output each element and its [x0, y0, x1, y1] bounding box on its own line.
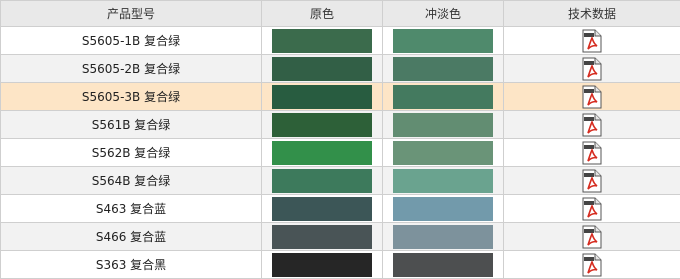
- table-row: S363 复合黑: [1, 251, 680, 279]
- datasheet-cell: [504, 55, 680, 83]
- datasheet-cell: [504, 251, 680, 279]
- column-header-model: 产品型号: [1, 1, 262, 27]
- pdf-file-icon[interactable]: [581, 141, 603, 165]
- column-header-tint-color: 冲淡色: [383, 1, 504, 27]
- original-color-swatch: [272, 253, 372, 277]
- original-color-cell: [262, 27, 383, 55]
- product-model-cell: S463 复合蓝: [1, 195, 262, 223]
- table-row: S5605-3B 复合绿: [1, 83, 680, 111]
- pigment-table: 产品型号 原色 冲淡色 技术数据 S5605-1B 复合绿S5605-2B 复合…: [0, 0, 680, 279]
- tint-color-cell: [383, 195, 504, 223]
- tint-color-cell: [383, 139, 504, 167]
- original-color-swatch: [272, 169, 372, 193]
- table-row: S5605-1B 复合绿: [1, 27, 680, 55]
- table-row: S463 复合蓝: [1, 195, 680, 223]
- datasheet-cell: [504, 167, 680, 195]
- tint-color-cell: [383, 111, 504, 139]
- tint-color-cell: [383, 251, 504, 279]
- pdf-file-icon[interactable]: [581, 113, 603, 137]
- pdf-file-icon[interactable]: [581, 197, 603, 221]
- original-color-cell: [262, 223, 383, 251]
- product-model-cell: S5605-1B 复合绿: [1, 27, 262, 55]
- pdf-file-icon[interactable]: [581, 225, 603, 249]
- table-body: S5605-1B 复合绿S5605-2B 复合绿S5605-3B 复合绿S561…: [1, 27, 680, 279]
- original-color-swatch: [272, 225, 372, 249]
- tint-color-cell: [383, 223, 504, 251]
- pdf-file-icon[interactable]: [581, 85, 603, 109]
- original-color-swatch: [272, 85, 372, 109]
- original-color-swatch: [272, 197, 372, 221]
- datasheet-cell: [504, 27, 680, 55]
- table-row: S564B 复合绿: [1, 167, 680, 195]
- tint-color-swatch: [393, 113, 493, 137]
- original-color-cell: [262, 83, 383, 111]
- table-header-row: 产品型号 原色 冲淡色 技术数据: [1, 1, 680, 27]
- tint-color-cell: [383, 167, 504, 195]
- original-color-swatch: [272, 29, 372, 53]
- product-model-cell: S561B 复合绿: [1, 111, 262, 139]
- product-model-cell: S5605-2B 复合绿: [1, 55, 262, 83]
- product-model-cell: S562B 复合绿: [1, 139, 262, 167]
- column-header-datasheet: 技术数据: [504, 1, 680, 27]
- tint-color-swatch: [393, 29, 493, 53]
- tint-color-swatch: [393, 197, 493, 221]
- tint-color-cell: [383, 27, 504, 55]
- tint-color-cell: [383, 83, 504, 111]
- original-color-swatch: [272, 141, 372, 165]
- product-model-cell: S466 复合蓝: [1, 223, 262, 251]
- original-color-cell: [262, 139, 383, 167]
- datasheet-cell: [504, 111, 680, 139]
- datasheet-cell: [504, 195, 680, 223]
- tint-color-swatch: [393, 141, 493, 165]
- column-header-original-color: 原色: [262, 1, 383, 27]
- original-color-cell: [262, 251, 383, 279]
- pdf-file-icon[interactable]: [581, 169, 603, 193]
- original-color-swatch: [272, 57, 372, 81]
- original-color-cell: [262, 111, 383, 139]
- product-model-cell: S564B 复合绿: [1, 167, 262, 195]
- original-color-swatch: [272, 113, 372, 137]
- tint-color-swatch: [393, 225, 493, 249]
- pdf-file-icon[interactable]: [581, 57, 603, 81]
- tint-color-cell: [383, 55, 504, 83]
- original-color-cell: [262, 167, 383, 195]
- tint-color-swatch: [393, 253, 493, 277]
- datasheet-cell: [504, 83, 680, 111]
- tint-color-swatch: [393, 85, 493, 109]
- original-color-cell: [262, 55, 383, 83]
- product-model-cell: S363 复合黑: [1, 251, 262, 279]
- pdf-file-icon[interactable]: [581, 29, 603, 53]
- datasheet-cell: [504, 223, 680, 251]
- pdf-file-icon[interactable]: [581, 253, 603, 277]
- tint-color-swatch: [393, 57, 493, 81]
- original-color-cell: [262, 195, 383, 223]
- tint-color-swatch: [393, 169, 493, 193]
- table-row: S562B 复合绿: [1, 139, 680, 167]
- product-model-cell: S5605-3B 复合绿: [1, 83, 262, 111]
- table-row: S561B 复合绿: [1, 111, 680, 139]
- datasheet-cell: [504, 139, 680, 167]
- table-row: S466 复合蓝: [1, 223, 680, 251]
- table-row: S5605-2B 复合绿: [1, 55, 680, 83]
